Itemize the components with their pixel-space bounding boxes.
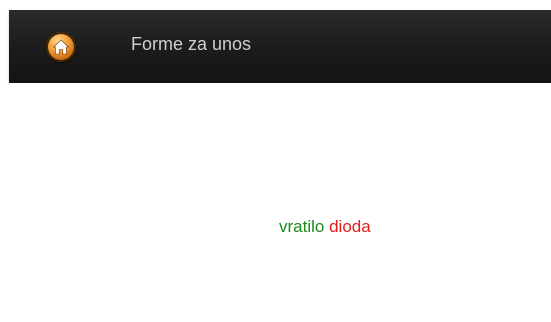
result-second-word: dioda (329, 217, 371, 236)
result-first-word: vratilo (279, 217, 325, 236)
main-content: vratilo dioda (9, 83, 551, 322)
top-navbar: Forme za unos (9, 10, 551, 83)
home-button[interactable] (46, 32, 76, 62)
result-text: vratilo dioda (279, 217, 371, 237)
nav-title[interactable]: Forme za unos (131, 34, 251, 55)
left-gutter (0, 0, 9, 322)
home-icon (52, 39, 70, 55)
page-frame: Forme za unos vratilo dioda (0, 0, 551, 322)
